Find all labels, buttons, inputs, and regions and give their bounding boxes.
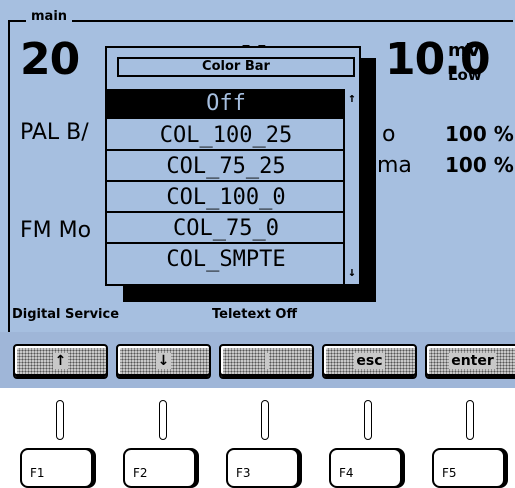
softkey-empty-label	[264, 353, 269, 369]
softkey-down[interactable]: ↓	[116, 344, 211, 379]
arrow-down-icon: ↓	[155, 353, 172, 369]
right-fragment-2: ma	[377, 153, 412, 178]
popup-title: Color Bar	[117, 57, 355, 77]
level-unit: mV	[448, 40, 481, 61]
status-digital-service: Digital Service	[12, 307, 120, 322]
function-key-label: F3	[236, 466, 251, 480]
list-item[interactable]: Off	[107, 89, 345, 119]
arrow-up-icon: ↑	[52, 353, 69, 369]
list-item[interactable]: COL_75_0	[107, 214, 345, 244]
softkey-bar: ↑ ↓ esc enter	[0, 332, 515, 388]
frequency-readout: 20	[20, 34, 80, 85]
softkey-enter-label: enter	[449, 353, 496, 369]
softkey-esc[interactable]: esc	[322, 344, 417, 379]
scroll-down-icon[interactable]: ↓	[346, 265, 358, 281]
list-item[interactable]: COL_100_25	[107, 121, 345, 151]
function-key-label: F4	[339, 466, 354, 480]
function-key-f1[interactable]: F1	[20, 448, 93, 488]
function-key-f3[interactable]: F3	[226, 448, 299, 488]
color-bar-popup: Color Bar Off COL_100_25 COL_75_25 COL_1…	[105, 46, 361, 286]
softkey-enter[interactable]: enter	[425, 344, 515, 379]
function-key-label: F5	[442, 466, 457, 480]
level-sub: Low	[448, 66, 482, 84]
softkey-esc-label: esc	[354, 353, 385, 369]
key-stem	[466, 400, 474, 440]
right-value-2: 100 %	[445, 153, 514, 177]
list-item[interactable]: COL_SMPTE	[107, 245, 345, 275]
key-stem	[56, 400, 64, 440]
main-frame-label: main	[26, 9, 73, 24]
key-stem	[159, 400, 167, 440]
list-item[interactable]: COL_100_0	[107, 183, 345, 213]
standard-label: PAL B/	[20, 120, 89, 145]
list-scrollbar[interactable]: ↑ ↓	[343, 89, 359, 284]
function-key-label: F1	[30, 466, 45, 480]
softkey-up[interactable]: ↑	[13, 344, 108, 379]
softkey-empty[interactable]	[219, 344, 314, 379]
color-bar-list: Off COL_100_25 COL_75_25 COL_100_0 COL_7…	[107, 89, 359, 284]
function-key-f2[interactable]: F2	[123, 448, 196, 488]
key-stem	[364, 400, 372, 440]
lcd-screen: main 20 M 10.0 mV Low PAL B/ FM Mo o ma …	[0, 0, 515, 332]
right-value-1: 100 %	[445, 122, 514, 146]
function-key-f4[interactable]: F4	[329, 448, 402, 488]
list-item[interactable]: COL_75_25	[107, 152, 345, 182]
right-fragment-1: o	[382, 122, 396, 147]
modulation-label: FM Mo	[20, 218, 92, 243]
function-key-label: F2	[133, 466, 148, 480]
status-teletext: Teletext Off	[212, 307, 297, 322]
key-stem	[261, 400, 269, 440]
scroll-up-icon[interactable]: ↑	[346, 91, 358, 107]
function-key-f5[interactable]: F5	[432, 448, 505, 488]
